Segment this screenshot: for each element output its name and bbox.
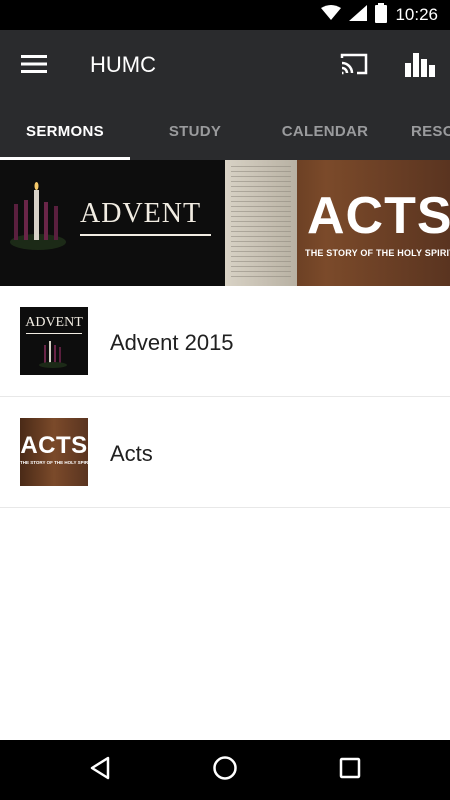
status-time: 10:26 [395,5,438,24]
advent-banner-title: ADVENT [80,198,202,229]
battery-icon [375,2,388,28]
tab-study[interactable]: STUDY [130,102,260,160]
wifi-icon [321,4,342,26]
menu-icon [21,54,47,79]
candles-icon [10,182,66,250]
list-item-advent-2015[interactable]: ADVENT Advent 2015 [0,286,450,397]
acts-banner-subtitle: THE STORY OF THE HOLY SPIRIT [305,248,450,258]
menu-button[interactable] [12,44,56,88]
cast-icon [339,52,369,81]
advent-underline [80,234,211,236]
list-item-title: Acts [110,441,153,466]
tab-resources[interactable]: RESO [390,102,450,160]
app-title: HUMC [90,52,156,77]
tab-bar: SERMONS STUDY CALENDAR RESO [0,102,450,160]
system-nav-bar [0,740,450,800]
acts-thumbnail-subtext: THE STORY OF THE HOLY SPIRIT [20,460,88,465]
home-icon [212,755,238,786]
recents-button[interactable] [328,748,372,792]
status-bar: 10:26 [0,0,450,30]
bible-page-image [225,160,297,286]
featured-banner[interactable]: ADVENT ACTS THE STORY OF THE HOLY SPIRIT [0,160,450,286]
app-bar: HUMC [0,30,450,102]
advent-banner-image: ADVENT [0,160,225,286]
acts-thumbnail: ACTS THE STORY OF THE HOLY SPIRIT [20,418,88,486]
acts-thumbnail-text: ACTS [20,432,88,459]
stats-button[interactable] [398,44,442,88]
acts-banner-image: ACTS THE STORY OF THE HOLY SPIRIT [225,160,450,286]
back-icon [89,756,111,785]
tab-calendar[interactable]: CALENDAR [260,102,390,160]
signal-icon [349,4,368,26]
tab-sermons[interactable]: SERMONS [0,102,130,160]
bar-chart-icon [405,51,435,82]
home-button[interactable] [203,748,247,792]
sermon-series-list: ADVENT Advent 2015 ACTS THE STORY OF THE… [0,286,450,508]
cast-button[interactable] [332,44,376,88]
candles-icon [39,341,67,368]
acts-banner-title: ACTS [307,187,450,245]
back-button[interactable] [78,748,122,792]
status-icons: 10:26 [321,0,438,30]
recents-icon [339,757,361,784]
list-item-title: Advent 2015 [110,330,234,355]
list-item-acts[interactable]: ACTS THE STORY OF THE HOLY SPIRIT Acts [0,397,450,508]
advent-thumbnail: ADVENT [20,307,88,375]
